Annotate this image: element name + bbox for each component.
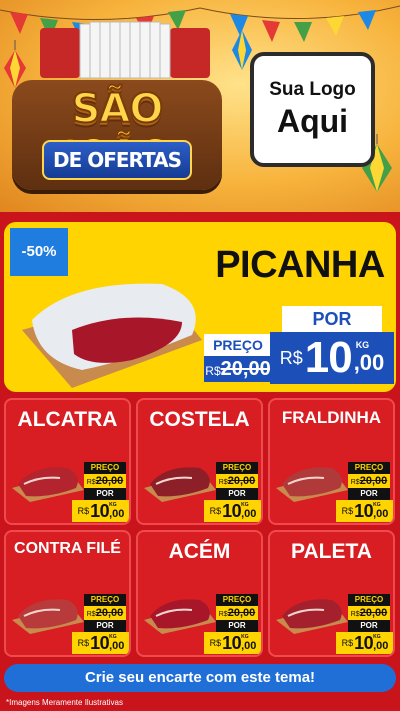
product-card[interactable]: ALCATRA PREÇO R$20,00 POR R$ 10 KG ,00 bbox=[4, 398, 131, 525]
new-price-label: POR bbox=[216, 620, 258, 632]
logo-placeholder[interactable]: Sua Logo Aqui bbox=[250, 52, 375, 167]
hero-unit: KG bbox=[355, 340, 370, 350]
old-price: R$20,00 bbox=[216, 474, 258, 488]
product-card[interactable]: CONTRA FILÉ PREÇO R$20,00 POR R$ 10 KG ,00 bbox=[4, 530, 131, 657]
price-decimal: ,00 bbox=[373, 640, 389, 652]
product-name: COSTELA bbox=[149, 408, 250, 431]
product-card[interactable]: ACÉM PREÇO R$20,00 POR R$ 10 KG ,00 bbox=[136, 530, 263, 657]
currency: R$ bbox=[77, 506, 90, 516]
meat-image bbox=[144, 599, 216, 634]
hero-product-name: PICANHA bbox=[215, 244, 385, 286]
old-price-label: PREÇO bbox=[84, 462, 126, 474]
product-name: PALETA bbox=[291, 540, 372, 563]
disclaimer-text: *Imagens Meramente Ilustrativas bbox=[6, 698, 123, 707]
product-card[interactable]: PALETA PREÇO R$20,00 POR R$ 10 KG ,00 bbox=[268, 530, 395, 657]
new-price-label: POR bbox=[216, 488, 258, 500]
price-integer: 10 bbox=[354, 632, 374, 653]
price-decimal: ,00 bbox=[241, 508, 257, 520]
hero-new-price: R$ 10 KG ,00 bbox=[270, 332, 394, 384]
old-price-label: PREÇO bbox=[348, 462, 390, 474]
price-decimal: ,00 bbox=[109, 640, 125, 652]
meat-image bbox=[276, 467, 348, 502]
meat-image bbox=[144, 467, 216, 502]
old-price-label: PREÇO bbox=[216, 594, 258, 606]
hero-offer-card[interactable]: -50% PICANHA POR PREÇO R$20,00 R$ 10 KG … bbox=[4, 222, 396, 392]
currency: R$ bbox=[209, 638, 222, 648]
new-price-label: POR bbox=[84, 620, 126, 632]
price-decimal: ,00 bbox=[241, 640, 257, 652]
accordion-illustration bbox=[40, 21, 210, 79]
old-price: R$20,00 bbox=[348, 606, 390, 620]
new-price: R$ 10 KG ,00 bbox=[72, 500, 129, 522]
price-integer: 10 bbox=[354, 500, 374, 521]
picanha-meat-image bbox=[22, 283, 202, 388]
old-price: R$20,00 bbox=[84, 606, 126, 620]
header-banner: SÃO JOÃO DE OFERTAS Sua Logo Aqui bbox=[0, 0, 400, 212]
price-integer: 10 bbox=[90, 500, 110, 521]
new-price-label: POR bbox=[348, 620, 390, 632]
price-decimal: ,00 bbox=[373, 508, 389, 520]
old-price: R$20,00 bbox=[84, 474, 126, 488]
sao-joao-sign: SÃO JOÃO DE OFERTAS bbox=[12, 80, 222, 190]
hero-new-price-label: POR bbox=[282, 306, 382, 332]
meat-image bbox=[12, 599, 84, 634]
meat-image bbox=[276, 599, 348, 634]
hero-price-decimal: ,00 bbox=[353, 350, 385, 375]
new-price: R$ 10 KG ,00 bbox=[204, 500, 261, 522]
currency: R$ bbox=[77, 638, 90, 648]
logo-text-line2: Aqui bbox=[276, 103, 349, 139]
old-price: R$20,00 bbox=[348, 474, 390, 488]
product-name: ALCATRA bbox=[17, 408, 118, 431]
old-price-label: PREÇO bbox=[216, 462, 258, 474]
hero-old-price-label: PREÇO bbox=[204, 334, 272, 356]
old-price: R$20,00 bbox=[216, 606, 258, 620]
price-integer: 10 bbox=[90, 632, 110, 653]
lantern-top-right-icon bbox=[232, 30, 252, 70]
product-name: FRALDINHA bbox=[281, 408, 382, 427]
new-price: R$ 10 KG ,00 bbox=[72, 632, 129, 654]
new-price-label: POR bbox=[348, 488, 390, 500]
new-price: R$ 10 KG ,00 bbox=[336, 632, 393, 654]
product-name: ACÉM bbox=[168, 540, 231, 563]
hero-price-integer: 10 bbox=[304, 333, 353, 382]
new-price: R$ 10 KG ,00 bbox=[336, 500, 393, 522]
currency: R$ bbox=[341, 506, 354, 516]
old-price-label: PREÇO bbox=[348, 594, 390, 606]
old-price-label: PREÇO bbox=[84, 594, 126, 606]
product-card[interactable]: FRALDINHA PREÇO R$20,00 POR R$ 10 KG ,00 bbox=[268, 398, 395, 525]
price-decimal: ,00 bbox=[109, 508, 125, 520]
currency: R$ bbox=[341, 638, 354, 648]
sign-subtitle: DE OFERTAS bbox=[42, 140, 192, 180]
create-flyer-button[interactable]: Crie seu encarte com este tema! bbox=[4, 664, 396, 692]
new-price-label: POR bbox=[84, 488, 126, 500]
new-price: R$ 10 KG ,00 bbox=[204, 632, 261, 654]
hero-currency: R$ bbox=[279, 347, 303, 368]
price-integer: 10 bbox=[222, 500, 242, 521]
currency: R$ bbox=[209, 506, 222, 516]
hero-old-price: R$20,00 bbox=[204, 356, 272, 382]
logo-text-line1: Sua Logo bbox=[269, 79, 356, 100]
meat-image bbox=[12, 467, 84, 502]
price-integer: 10 bbox=[222, 632, 242, 653]
product-name: CONTRA FILÉ bbox=[14, 540, 121, 557]
product-card[interactable]: COSTELA PREÇO R$20,00 POR R$ 10 KG ,00 bbox=[136, 398, 263, 525]
